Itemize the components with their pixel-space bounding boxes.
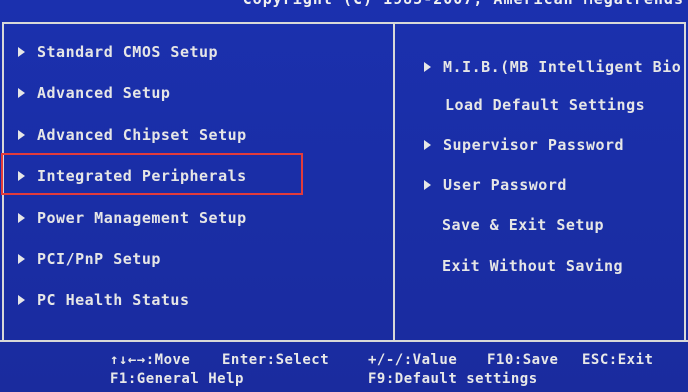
menu-item-integrated-peripherals[interactable]: Integrated Peripherals [18,165,247,187]
footer-move-hint: ↑↓←→:Move [110,352,191,368]
menu-item-exit-without-saving[interactable]: Exit Without Saving [442,255,623,277]
menu-item-save-exit-setup[interactable]: Save & Exit Setup [442,214,604,236]
arrow-right-icon [18,212,25,223]
arrow-right-icon [424,179,431,190]
menu-item-supervisor-password[interactable]: Supervisor Password [424,134,624,156]
arrow-right-icon [18,170,25,181]
menu-item-label: Integrated Peripherals [37,167,247,185]
arrow-right-icon [424,61,431,72]
menu-item-label: Power Management Setup [37,209,247,227]
arrow-right-icon [18,253,25,264]
arrow-right-icon [18,87,25,98]
menu-item-label: Standard CMOS Setup [37,43,219,61]
menu-item-label: PC Health Status [37,291,190,309]
footer-exit-hint: ESC:Exit [582,352,654,368]
menu-item-pc-health-status[interactable]: PC Health Status [18,289,190,311]
menu-item-load-default-settings[interactable]: Load Default Settings [445,94,645,116]
arrow-right-icon [18,46,25,57]
menu-item-advanced-setup[interactable]: Advanced Setup [18,82,170,104]
menu-item-advanced-chipset-setup[interactable]: Advanced Chipset Setup [18,124,247,146]
menu-item-label: M.I.B.(MB Intelligent Bio [443,58,682,76]
menu-item-label: Advanced Chipset Setup [37,126,247,144]
footer-value-hint: +/-/:Value [368,352,458,368]
menu-item-user-password[interactable]: User Password [424,174,567,196]
menu-item-label: Load Default Settings [445,96,646,114]
bios-screen: Copyright (C) 1985-2007, American Megatr… [0,0,688,392]
menu-item-power-management-setup[interactable]: Power Management Setup [18,207,247,229]
arrow-right-icon [18,294,25,305]
column-divider [393,22,395,342]
menu-item-label: User Password [443,176,567,194]
menu-item-label: Advanced Setup [37,84,171,102]
menu-item-pci-pnp-setup[interactable]: PCI/PnP Setup [18,248,161,270]
arrow-right-icon [424,139,431,150]
menu-item-mib[interactable]: M.I.B.(MB Intelligent Bio [424,56,681,78]
arrow-right-icon [18,129,25,140]
menu-item-label: Save & Exit Setup [442,216,605,234]
footer-save-hint: F10:Save [487,352,559,368]
menu-item-label: Supervisor Password [443,136,625,154]
menu-item-label: Exit Without Saving [442,257,624,275]
menu-item-label: PCI/PnP Setup [37,250,161,268]
footer-select-hint: Enter:Select [222,352,330,368]
footer-divider [0,340,688,342]
footer-help-hint: F1:General Help [110,371,244,387]
menu-item-standard-cmos-setup[interactable]: Standard CMOS Setup [18,41,218,63]
footer-defaults-hint: F9:Default settings [368,371,538,387]
bios-title-bar: Copyright (C) 1985-2007, American Megatr… [0,0,688,12]
